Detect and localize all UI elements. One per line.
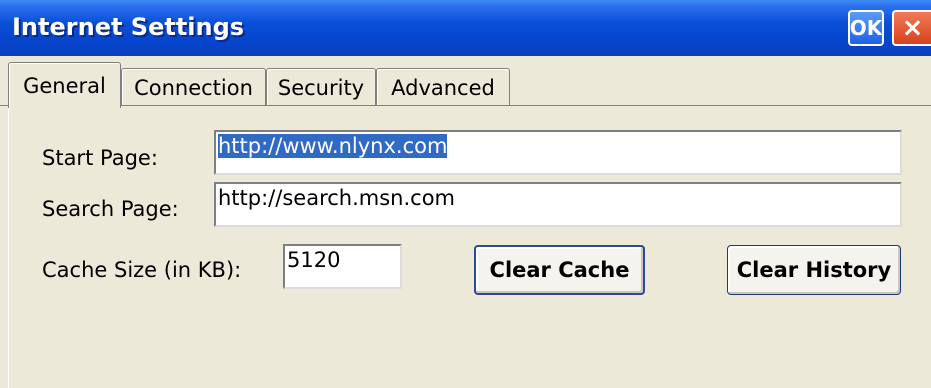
tab-advanced[interactable]: Advanced bbox=[376, 68, 510, 106]
search-page-value: http://search.msn.com bbox=[218, 186, 455, 210]
search-page-input[interactable]: http://search.msn.com bbox=[214, 182, 902, 227]
tab-advanced-label: Advanced bbox=[391, 75, 495, 100]
cache-size-input[interactable]: 5120 bbox=[283, 244, 402, 289]
tab-strip: General Connection Security Advanced bbox=[0, 56, 931, 108]
close-icon: × bbox=[901, 13, 924, 43]
tab-connection[interactable]: Connection bbox=[121, 68, 266, 106]
title-bar[interactable]: Internet Settings OK × bbox=[0, 0, 931, 56]
search-page-label: Search Page: bbox=[42, 197, 179, 221]
tab-connection-label: Connection bbox=[134, 75, 253, 100]
panel-border bbox=[8, 106, 9, 388]
clear-cache-button[interactable]: Clear Cache bbox=[474, 245, 645, 295]
tab-security[interactable]: Security bbox=[266, 68, 376, 106]
start-page-label: Start Page: bbox=[42, 146, 158, 170]
start-page-input[interactable]: http://www.nlynx.com bbox=[214, 130, 902, 175]
clear-cache-label: Clear Cache bbox=[489, 258, 630, 282]
tab-general-label: General bbox=[23, 73, 106, 98]
ok-button[interactable]: OK bbox=[848, 10, 884, 46]
tab-divider bbox=[0, 105, 931, 106]
close-button[interactable]: × bbox=[892, 10, 931, 46]
cache-size-value: 5120 bbox=[287, 248, 341, 272]
internet-settings-window: Internet Settings OK × General Connectio… bbox=[0, 0, 931, 388]
clear-history-label: Clear History bbox=[736, 258, 892, 282]
start-page-value: http://www.nlynx.com bbox=[218, 134, 448, 158]
ok-icon: OK bbox=[849, 16, 883, 40]
window-title: Internet Settings bbox=[12, 13, 245, 41]
tab-general[interactable]: General bbox=[8, 62, 121, 108]
cache-size-label: Cache Size (in KB): bbox=[42, 258, 242, 282]
clear-history-button[interactable]: Clear History bbox=[727, 245, 901, 295]
tab-security-label: Security bbox=[277, 75, 365, 100]
